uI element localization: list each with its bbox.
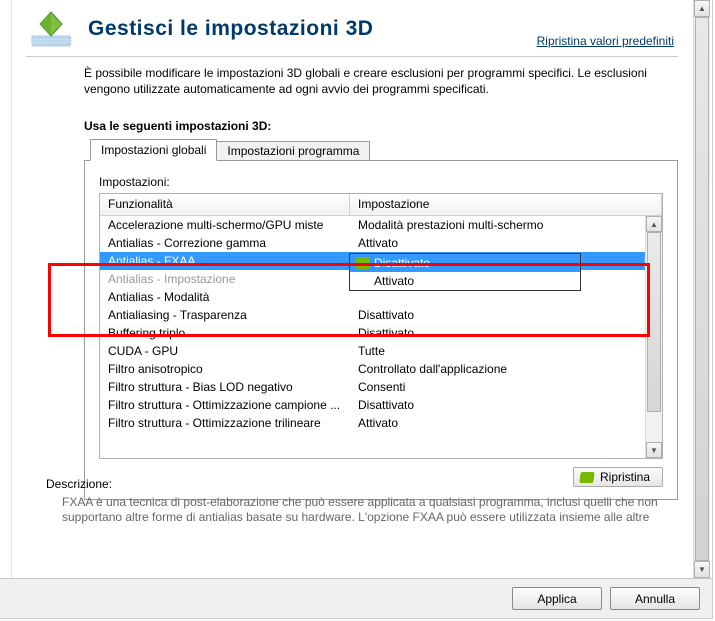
tab-program[interactable]: Impostazioni programma — [216, 141, 370, 161]
cell-feature: Antialias - Correzione gamma — [100, 236, 350, 250]
scroll-up-icon[interactable]: ▲ — [646, 216, 662, 232]
bottom-bar: Applica Annulla — [0, 578, 712, 618]
scroll-thumb[interactable] — [695, 17, 709, 561]
cell-feature: CUDA - GPU — [100, 344, 350, 358]
cell-setting: Controllato dall'applicazione — [350, 362, 662, 376]
table-row[interactable]: Antialias - Correzione gammaAttivato — [100, 234, 662, 252]
cell-setting: Disattivato — [350, 398, 662, 412]
settings-label: Impostazioni: — [99, 175, 663, 189]
col-header-setting[interactable]: Impostazione — [350, 194, 662, 215]
dropdown-option-attivato[interactable]: Attivato — [350, 272, 580, 290]
col-header-feature[interactable]: Funzionalità — [100, 194, 350, 215]
table-row[interactable]: Antialiasing - TrasparenzaDisattivato — [100, 306, 662, 324]
scroll-down-icon[interactable]: ▼ — [694, 561, 710, 578]
panel-scrollbar[interactable]: ▲ ▼ — [693, 0, 710, 578]
description-label: Descrizione: — [46, 477, 666, 491]
tab-panel-global: Impostazioni: Funzionalità Impostazione … — [84, 160, 678, 500]
intro-text: È possibile modificare le impostazioni 3… — [84, 65, 678, 97]
cell-feature: Buffering triplo — [100, 326, 350, 340]
cell-feature: Filtro anisotropico — [100, 362, 350, 376]
table-row[interactable]: Accelerazione multi-schermo/GPU misteMod… — [100, 216, 662, 234]
scroll-up-icon[interactable]: ▲ — [694, 0, 710, 17]
cell-setting: Modalità prestazioni multi-schermo — [350, 218, 662, 232]
settings-grid: Funzionalità Impostazione Accelerazione … — [99, 193, 663, 459]
scroll-down-icon[interactable]: ▼ — [646, 442, 662, 458]
cell-feature: Filtro struttura - Ottimizzazione trilin… — [100, 416, 350, 430]
table-row[interactable]: Filtro anisotropicoControllato dall'appl… — [100, 360, 662, 378]
cell-setting: Consenti — [350, 380, 662, 394]
cell-setting: Disattivato — [350, 326, 662, 340]
description-text: FXAA è una tecnica di post-elaborazione … — [62, 495, 666, 526]
nvidia-mark-icon — [356, 257, 370, 269]
table-row[interactable]: Filtro struttura - Ottimizzazione trilin… — [100, 414, 662, 432]
cell-feature: Antialias - Modalità — [100, 290, 350, 304]
cell-feature: Filtro struttura - Ottimizzazione campio… — [100, 398, 350, 412]
cell-setting: Attivato — [350, 236, 662, 250]
table-row[interactable]: Buffering triploDisattivato — [100, 324, 662, 342]
fxaa-dropdown[interactable]: Disattivato Attivato — [349, 253, 581, 291]
grid-scrollbar[interactable]: ▲ ▼ — [645, 216, 662, 458]
cell-feature: Antialiasing - Trasparenza — [100, 308, 350, 322]
cell-feature: Accelerazione multi-schermo/GPU miste — [100, 218, 350, 232]
cell-setting: Attivato — [350, 416, 662, 430]
table-row[interactable]: CUDA - GPUTutte — [100, 342, 662, 360]
cell-setting: Tutte — [350, 344, 662, 358]
page-title: Gestisci le impostazioni 3D — [88, 17, 373, 41]
table-row[interactable]: Filtro struttura - Ottimizzazione campio… — [100, 396, 662, 414]
cell-feature: Antialias - Impostazione — [100, 272, 350, 286]
icon-3d-settings — [26, 4, 76, 54]
dropdown-option-disattivato[interactable]: Disattivato — [350, 254, 580, 272]
scroll-thumb[interactable] — [647, 232, 661, 412]
cancel-button[interactable]: Annulla — [610, 587, 700, 610]
apply-button[interactable]: Applica — [512, 587, 602, 610]
section-title: Usa le seguenti impostazioni 3D: — [84, 119, 678, 133]
restore-defaults-link[interactable]: Ripristina valori predefiniti — [537, 34, 674, 48]
tab-global[interactable]: Impostazioni globali — [90, 139, 217, 161]
table-row[interactable]: Filtro struttura - Bias LOD negativoCons… — [100, 378, 662, 396]
cell-feature: Antialias - FXAA — [100, 254, 350, 268]
cell-feature: Filtro struttura - Bias LOD negativo — [100, 380, 350, 394]
cell-setting: Disattivato — [350, 308, 662, 322]
